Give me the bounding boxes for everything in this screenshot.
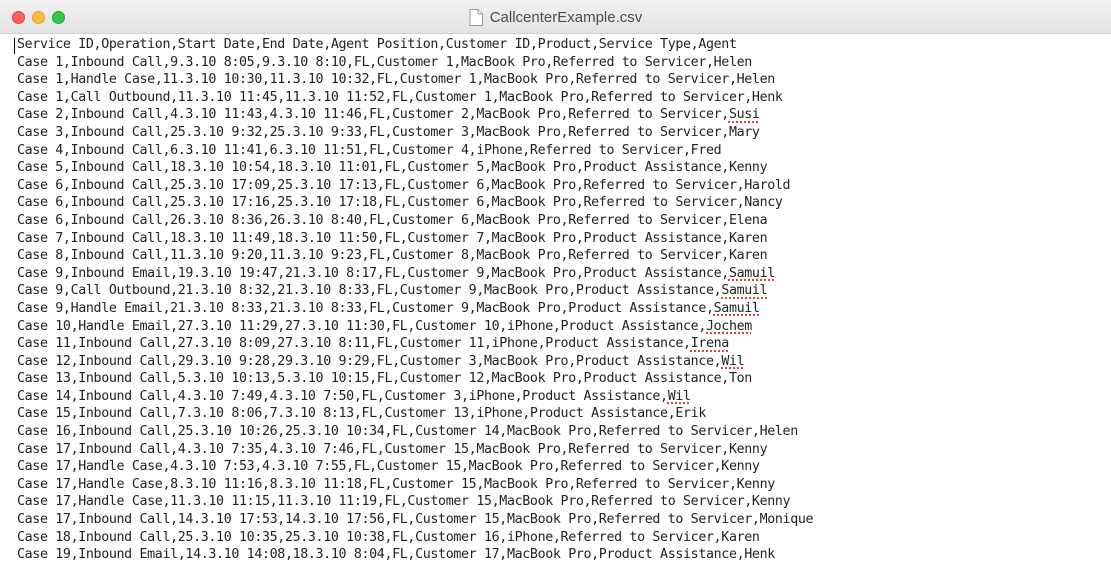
text-line[interactable]: Case 16,Inbound Call,25.3.10 10:26,25.3.… bbox=[17, 423, 1111, 441]
text-line[interactable]: Case 8,Inbound Call,11.3.10 9:20,11.3.10… bbox=[17, 247, 1111, 265]
text-line[interactable]: Case 3,Inbound Call,25.3.10 9:32,25.3.10… bbox=[17, 124, 1111, 142]
text-line[interactable]: Case 6,Inbound Call,25.3.10 17:16,25.3.1… bbox=[17, 194, 1111, 212]
title-bar[interactable]: CallcenterExample.csv bbox=[0, 0, 1111, 34]
spellcheck-flagged-word[interactable]: Irena bbox=[691, 336, 730, 351]
window-title: CallcenterExample.csv bbox=[489, 8, 643, 26]
text-line[interactable]: Case 19,Inbound Email,14.3.10 14:08,18.3… bbox=[17, 546, 1111, 564]
spellcheck-flagged-word[interactable]: Jochem bbox=[706, 319, 752, 334]
text-line[interactable]: Case 4,Inbound Call,6.3.10 11:41,6.3.10 … bbox=[17, 142, 1111, 160]
text-line[interactable]: Case 14,Inbound Call,4.3.10 7:49,4.3.10 … bbox=[17, 388, 1111, 406]
text-line[interactable]: Case 17,Inbound Call,4.3.10 7:35,4.3.10 … bbox=[17, 441, 1111, 459]
spellcheck-flagged-word[interactable]: Samuil bbox=[721, 283, 767, 298]
text-line[interactable]: Case 5,Inbound Call,18.3.10 10:54,18.3.1… bbox=[17, 159, 1111, 177]
text-line[interactable]: Case 9,Handle Email,21.3.10 8:33,21.3.10… bbox=[17, 300, 1111, 318]
text-line[interactable]: Case 9,Call Outbound,21.3.10 8:32,21.3.1… bbox=[17, 282, 1111, 300]
spellcheck-flagged-word[interactable]: Samuil bbox=[729, 266, 775, 281]
text-line[interactable]: Case 10,Handle Email,27.3.10 11:29,27.3.… bbox=[17, 318, 1111, 336]
text-editor-area[interactable]: Service ID,Operation,Start Date,End Date… bbox=[0, 35, 1111, 566]
text-line[interactable]: Case 1,Inbound Call,9.3.10 8:05,9.3.10 8… bbox=[17, 54, 1111, 72]
text-line[interactable]: Service ID,Operation,Start Date,End Date… bbox=[17, 36, 1111, 54]
text-line[interactable]: Case 6,Inbound Call,26.3.10 8:36,26.3.10… bbox=[17, 212, 1111, 230]
text-line[interactable]: Case 17,Handle Case,8.3.10 11:16,8.3.10 … bbox=[17, 476, 1111, 494]
text-line[interactable]: Case 11,Inbound Call,27.3.10 8:09,27.3.1… bbox=[17, 335, 1111, 353]
text-line[interactable]: Case 12,Inbound Call,29.3.10 9:28,29.3.1… bbox=[17, 353, 1111, 371]
title-area: CallcenterExample.csv bbox=[0, 0, 1111, 34]
text-line[interactable]: Case 6,Inbound Call,25.3.10 17:09,25.3.1… bbox=[17, 177, 1111, 195]
text-line[interactable]: Case 13,Inbound Call,5.3.10 10:13,5.3.10… bbox=[17, 370, 1111, 388]
text-line[interactable]: Case 1,Call Outbound,11.3.10 11:45,11.3.… bbox=[17, 89, 1111, 107]
text-line[interactable]: Case 7,Inbound Call,18.3.10 11:49,18.3.1… bbox=[17, 230, 1111, 248]
text-line[interactable]: Case 17,Handle Case,11.3.10 11:15,11.3.1… bbox=[17, 493, 1111, 511]
spellcheck-flagged-word[interactable]: Samuil bbox=[714, 301, 760, 316]
spellcheck-flagged-word[interactable]: Wil bbox=[668, 389, 691, 404]
text-editor-window: CallcenterExample.csv Service ID,Operati… bbox=[0, 0, 1111, 566]
text-line[interactable]: Case 17,Handle Case,4.3.10 7:53,4.3.10 7… bbox=[17, 458, 1111, 476]
text-line[interactable]: Case 18,Inbound Call,25.3.10 10:35,25.3.… bbox=[17, 529, 1111, 547]
text-line[interactable]: Case 2,Inbound Call,4.3.10 11:43,4.3.10 … bbox=[17, 106, 1111, 124]
spellcheck-flagged-word[interactable]: Susi bbox=[729, 107, 760, 122]
document-icon bbox=[469, 8, 483, 26]
text-line[interactable]: Case 1,Handle Case,11.3.10 10:30,11.3.10… bbox=[17, 71, 1111, 89]
text-line[interactable]: Case 15,Inbound Call,7.3.10 8:06,7.3.10 … bbox=[17, 405, 1111, 423]
spellcheck-flagged-word[interactable]: Wil bbox=[721, 354, 744, 369]
text-line[interactable]: Case 17,Inbound Call,14.3.10 17:53,14.3.… bbox=[17, 511, 1111, 529]
text-line[interactable]: Case 9,Inbound Email,19.3.10 19:47,21.3.… bbox=[17, 265, 1111, 283]
